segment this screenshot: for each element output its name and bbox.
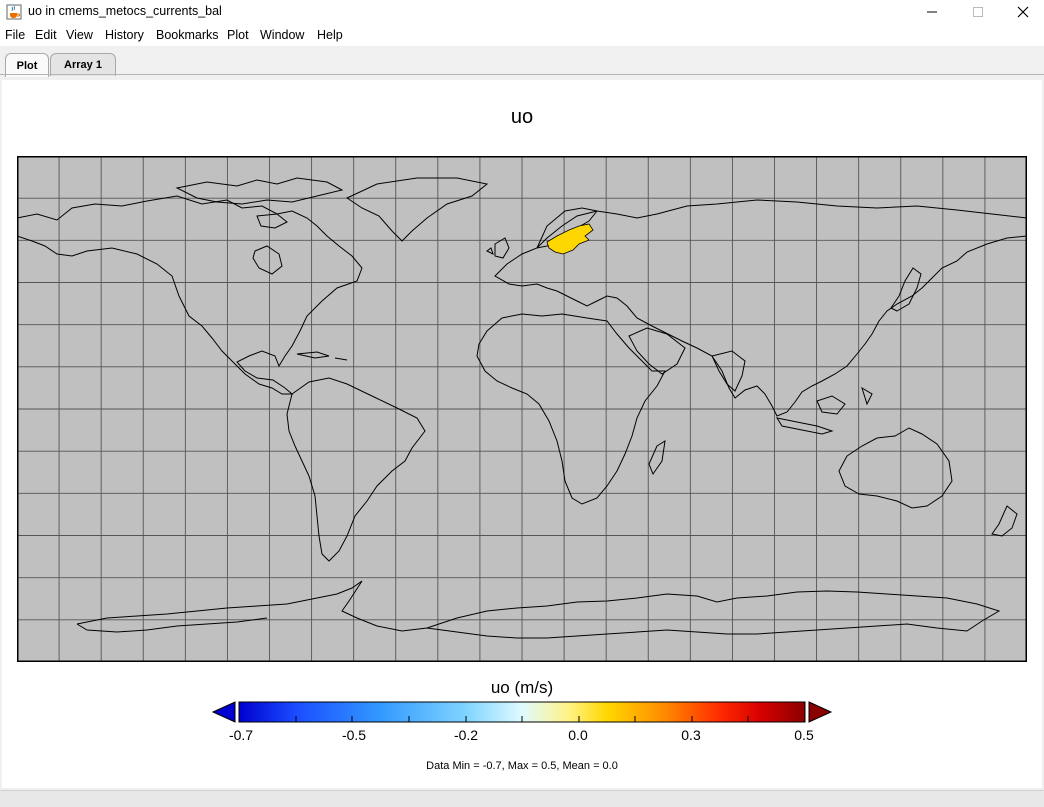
colorbar-tick-label: -0.7 [228,727,254,743]
menu-plot[interactable]: Plot [227,28,249,42]
close-icon [1017,6,1029,18]
tab-array-1[interactable]: Array 1 [50,53,116,76]
colorbar-min-arrow [211,701,236,723]
colorbar-max-arrow [808,701,833,723]
colorbar [211,701,833,723]
maximize-icon [973,7,983,17]
menu-bookmarks[interactable]: Bookmarks [156,28,219,42]
colorbar-tick-label: -0.5 [341,727,367,743]
menu-window[interactable]: Window [260,28,304,42]
java-cup-icon [6,4,22,20]
menu-help[interactable]: Help [317,28,343,42]
minimize-button[interactable] [909,0,955,24]
colorbar-tick-label: 0.3 [681,727,701,743]
world-map[interactable] [17,156,1027,662]
colorbar-tick-label: -0.2 [453,727,479,743]
window-title: uo in cmems_metocs_currents_bal [28,4,222,18]
data-stats: Data Min = -0.7, Max = 0.5, Mean = 0.0 [426,760,618,772]
colorbar-tick-label: 0.0 [568,727,588,743]
colorbar-label: uo (m/s) [490,678,554,697]
menu-file[interactable]: File [5,28,25,42]
title-bar: uo in cmems_metocs_currents_bal [0,0,1044,24]
minimize-icon [927,11,937,13]
tab-strip: Plot Array 1 [0,46,1044,77]
menu-bar: File Edit View History Bookmarks Plot Wi… [0,24,1044,46]
maximize-button[interactable] [955,0,1001,24]
tab-divider [0,74,1044,75]
menu-view[interactable]: View [66,28,93,42]
close-button[interactable] [1000,0,1044,24]
plot-title: uo [510,106,534,128]
menu-history[interactable]: History [105,28,144,42]
status-bar [0,790,1044,807]
menu-edit[interactable]: Edit [35,28,57,42]
colorbar-tick-label: 0.5 [794,727,814,743]
